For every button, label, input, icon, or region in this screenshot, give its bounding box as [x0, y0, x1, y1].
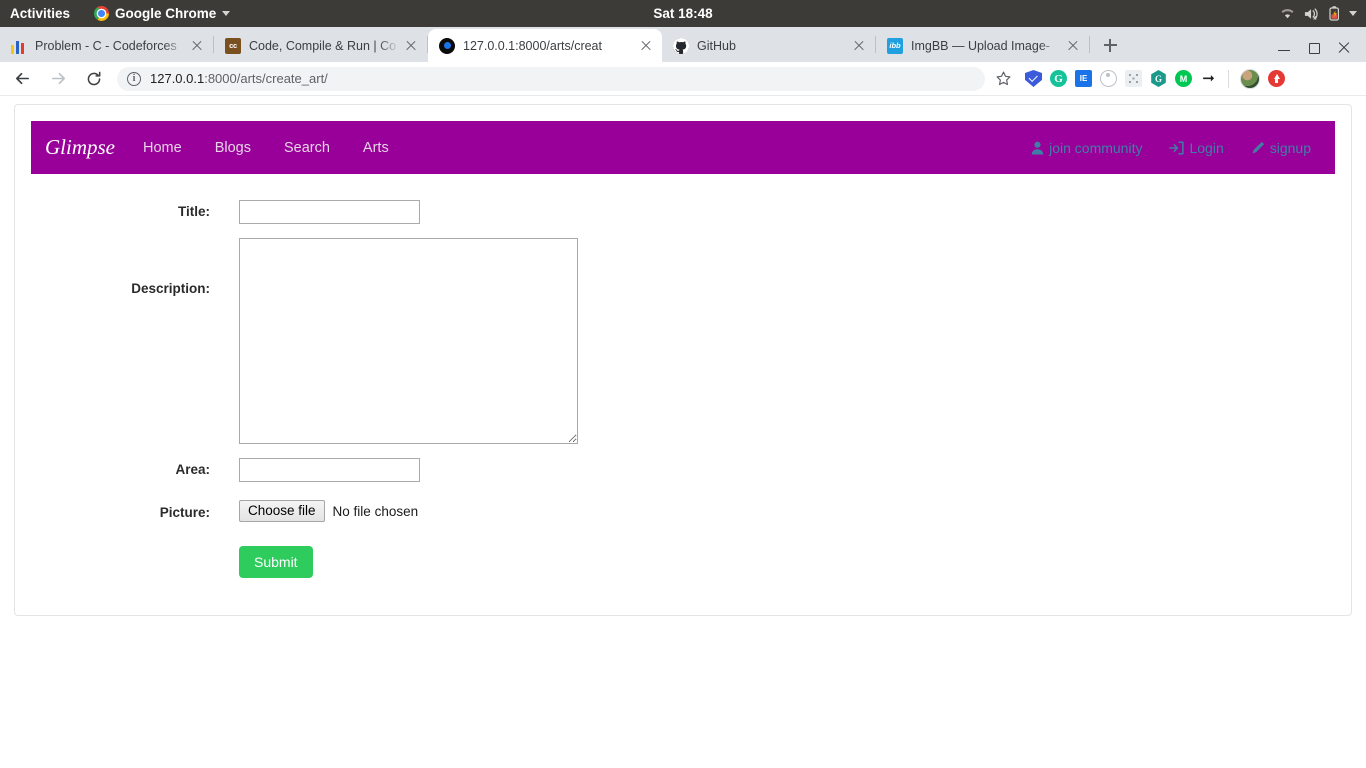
tab-close-icon[interactable] — [189, 38, 205, 54]
clock[interactable]: Sat 18:48 — [0, 6, 1366, 21]
tab-title: GitHub — [697, 38, 736, 53]
form-row-title: Title: — [15, 200, 1351, 224]
form-row-submit: Submit — [15, 546, 1351, 578]
url-path: :8000/arts/create_art/ — [204, 71, 328, 86]
pencil-icon — [1252, 141, 1264, 154]
form-row-picture: Picture: Choose file No file chosen — [15, 500, 1351, 522]
tab-separator — [1089, 36, 1090, 53]
choose-file-button[interactable]: Choose file — [239, 500, 325, 522]
arrow-right-icon[interactable]: ➞ — [1200, 70, 1217, 87]
close-window-button[interactable] — [1338, 41, 1350, 53]
browser-tab[interactable]: ibb ImgBB — Upload Image- — [876, 29, 1089, 62]
user-icon — [1031, 141, 1044, 154]
volume-muted-icon: x — [1304, 7, 1318, 21]
forward-button[interactable] — [44, 65, 72, 93]
svg-text:x: x — [1313, 14, 1317, 20]
address-bar[interactable]: i 127.0.0.1:8000/arts/create_art/ — [117, 66, 985, 91]
signup-label: signup — [1269, 139, 1311, 156]
toolbar-divider — [1228, 69, 1229, 88]
tab-close-icon[interactable] — [638, 38, 654, 54]
file-input-group[interactable]: Choose file No file chosen — [239, 500, 418, 522]
form-row-area: Area: — [15, 458, 1351, 482]
maximize-button[interactable] — [1308, 41, 1320, 54]
site-info-icon[interactable]: i — [127, 71, 141, 86]
tab-close-icon[interactable] — [851, 38, 867, 54]
site-navbar: Glimpse Home Blogs Search Arts join comm… — [31, 121, 1335, 174]
grammarly-icon[interactable]: G — [1050, 70, 1067, 87]
area-label: Area: — [175, 462, 210, 477]
browser-tab[interactable]: cc Code, Compile & Run | Co — [214, 29, 427, 62]
url-host: 127.0.0.1 — [150, 71, 205, 86]
tab-title: 127.0.0.1:8000/arts/creat — [463, 38, 602, 53]
site-brand[interactable]: Glimpse — [45, 135, 115, 160]
browser-tab[interactable]: Problem - C - Codeforces — [0, 29, 213, 62]
codechef-icon: cc — [225, 37, 241, 54]
bookmark-star-icon[interactable] — [991, 67, 1015, 91]
django-dot-icon — [439, 37, 455, 54]
address-bar-url: 127.0.0.1:8000/arts/create_art/ — [150, 71, 328, 86]
github-icon — [673, 37, 689, 54]
tab-close-icon[interactable] — [1065, 38, 1081, 54]
join-community-label: join community — [1049, 139, 1143, 156]
join-community-link[interactable]: join community — [1031, 140, 1142, 156]
page-container: Glimpse Home Blogs Search Arts join comm… — [14, 104, 1352, 616]
login-link[interactable]: Login — [1169, 139, 1224, 156]
dots-grid-icon[interactable] — [1125, 70, 1142, 87]
new-tab-button[interactable] — [1096, 31, 1124, 59]
submit-button[interactable]: Submit — [239, 546, 313, 578]
codeforces-icon — [11, 38, 27, 54]
back-button[interactable] — [8, 65, 36, 93]
navbar-auth-links: join community Login signup — [1031, 140, 1321, 156]
login-label: Login — [1189, 139, 1224, 156]
nav-link-arts[interactable]: Arts — [363, 140, 389, 156]
browser-tab-active[interactable]: 127.0.0.1:8000/arts/creat — [428, 29, 662, 62]
profile-avatar[interactable] — [1240, 68, 1260, 89]
ring-icon[interactable] — [1100, 70, 1117, 87]
wifi-icon — [1281, 9, 1294, 19]
reload-button[interactable] — [80, 65, 108, 93]
green-m-icon[interactable]: M — [1175, 70, 1192, 87]
minimize-button[interactable] — [1278, 41, 1290, 53]
gnome-top-bar: Activities Google Chrome Sat 18:48 x — [0, 0, 1366, 27]
title-label: Title: — [177, 204, 210, 219]
browser-toolbar: i 127.0.0.1:8000/arts/create_art/ G IE G… — [0, 62, 1366, 96]
browser-tabstrip: Problem - C - Codeforces cc Code, Compil… — [0, 27, 1366, 62]
tab-title: Problem - C - Codeforces — [35, 38, 177, 53]
signup-link[interactable]: signup — [1251, 140, 1311, 156]
title-input[interactable] — [239, 200, 420, 224]
create-art-form: Title: Description: Area: Picture: Choos… — [15, 174, 1351, 578]
battery-charging-icon — [1329, 6, 1339, 21]
form-row-description: Description: — [15, 238, 1351, 444]
sign-in-icon — [1169, 141, 1185, 154]
browser-tab[interactable]: GitHub — [662, 29, 875, 62]
shield-icon[interactable] — [1025, 70, 1042, 87]
blue-square-icon[interactable]: IE — [1075, 70, 1092, 87]
description-textarea[interactable] — [239, 238, 578, 444]
red-upload-icon[interactable] — [1268, 70, 1285, 87]
nav-link-search[interactable]: Search — [284, 140, 330, 156]
web-page-viewport: Glimpse Home Blogs Search Arts join comm… — [0, 96, 1366, 768]
imgbb-icon: ibb — [887, 37, 903, 54]
extension-icons: G IE G M ➞ — [1025, 68, 1285, 89]
nav-link-blogs[interactable]: Blogs — [215, 140, 251, 156]
hexagon-icon[interactable]: G — [1151, 70, 1166, 87]
tab-title: Code, Compile & Run | Co — [249, 38, 397, 53]
picture-label: Picture: — [159, 505, 210, 520]
tray-caret-down-icon[interactable] — [1349, 11, 1357, 16]
system-tray[interactable]: x — [1280, 6, 1357, 21]
area-input[interactable] — [239, 458, 420, 482]
window-controls — [1278, 41, 1366, 62]
tab-title: ImgBB — Upload Image- — [911, 38, 1050, 53]
file-status-text: No file chosen — [332, 503, 419, 519]
description-label: Description: — [131, 281, 210, 296]
tab-close-icon[interactable] — [403, 38, 419, 54]
nav-link-home[interactable]: Home — [143, 140, 182, 156]
